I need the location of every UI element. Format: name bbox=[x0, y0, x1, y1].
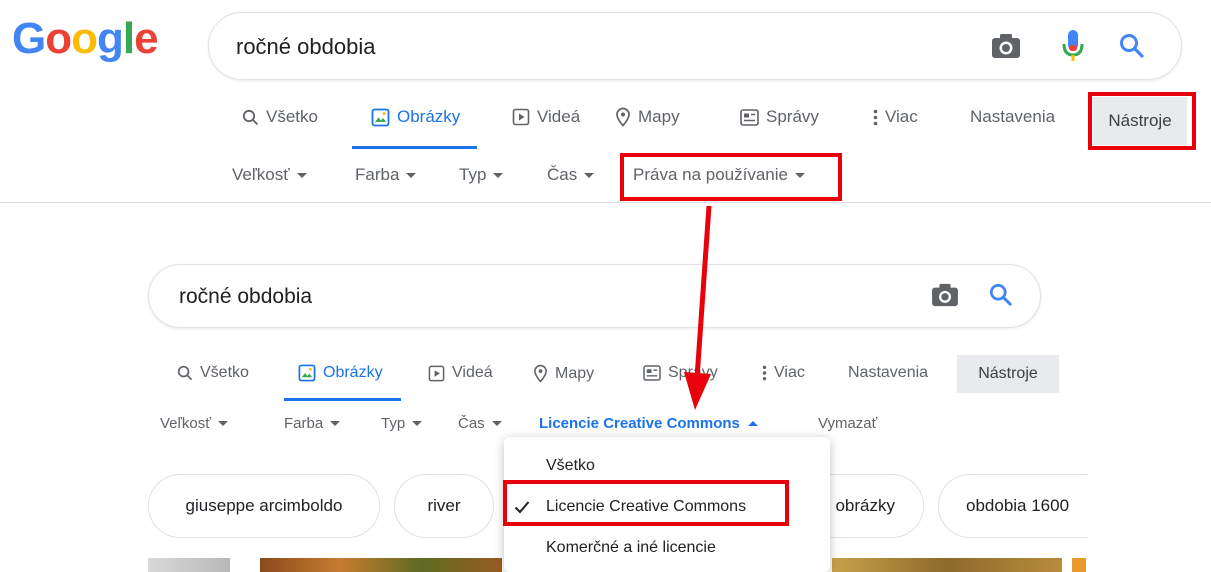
tab-vsetko[interactable]: Všetko bbox=[242, 107, 318, 127]
image-thumbnail[interactable] bbox=[1072, 558, 1086, 572]
search-icon bbox=[242, 109, 259, 125]
chevron-down-icon bbox=[406, 172, 417, 178]
camera-icon[interactable] bbox=[991, 33, 1021, 59]
tab-obrazky[interactable]: Obrázky bbox=[298, 364, 383, 382]
play-icon bbox=[512, 108, 530, 126]
chevron-down-icon bbox=[491, 421, 502, 426]
tab-label: Všetko bbox=[266, 107, 318, 126]
tab-label: Mapy bbox=[555, 364, 595, 382]
map-pin-icon bbox=[616, 107, 630, 127]
tab-videa[interactable]: Videá bbox=[512, 107, 580, 127]
suggestion-chip[interactable]: giuseppe arcimboldo bbox=[148, 474, 380, 538]
search-icon[interactable] bbox=[1119, 33, 1145, 59]
chevron-down-icon bbox=[217, 421, 228, 426]
highlight-usage-rights bbox=[620, 153, 842, 201]
chevron-down-icon bbox=[296, 172, 307, 178]
search-icon bbox=[177, 365, 193, 381]
filter-label: Licencie Creative Commons bbox=[539, 415, 740, 432]
search-input[interactable]: ročné obdobia bbox=[179, 285, 312, 309]
tab-mapy[interactable]: Mapy bbox=[533, 364, 594, 383]
tab-label: Mapy bbox=[638, 107, 680, 126]
image-thumbnail[interactable] bbox=[260, 558, 502, 572]
image-icon bbox=[298, 364, 316, 382]
settings-link[interactable]: Nastavenia bbox=[848, 364, 928, 382]
tab-label: Videá bbox=[452, 364, 493, 381]
tab-label: Viac bbox=[774, 364, 805, 381]
clear-filters-link[interactable]: Vymazať bbox=[818, 415, 877, 432]
filter-active-license[interactable]: Licencie Creative Commons bbox=[539, 415, 758, 432]
tab-label: Obrázky bbox=[323, 364, 383, 381]
tab-label: Správy bbox=[766, 107, 819, 126]
tab-label: Všetko bbox=[200, 364, 249, 381]
tab-videa[interactable]: Videá bbox=[428, 364, 493, 382]
image-icon bbox=[371, 108, 390, 126]
active-tab-indicator bbox=[284, 398, 401, 401]
tools-button[interactable]: Nástroje bbox=[957, 355, 1059, 393]
image-thumbnail[interactable] bbox=[832, 558, 1062, 572]
filter-type[interactable]: Typ bbox=[459, 165, 504, 185]
news-icon bbox=[643, 365, 661, 381]
suggestion-chip[interactable]: river bbox=[394, 474, 494, 538]
image-thumbnail[interactable] bbox=[148, 558, 230, 572]
search-bar[interactable]: ročné obdobia bbox=[208, 12, 1182, 80]
tab-spravy[interactable]: Správy bbox=[740, 107, 819, 127]
chevron-down-icon bbox=[584, 172, 595, 178]
filter-label: Farba bbox=[355, 165, 400, 184]
camera-icon[interactable] bbox=[931, 283, 959, 307]
filter-size[interactable]: Veľkosť bbox=[160, 415, 228, 432]
dropdown-item-commercial[interactable]: Komerčné a iné licencie bbox=[546, 539, 716, 557]
settings-link[interactable]: Nastavenia bbox=[970, 107, 1055, 127]
chevron-down-icon bbox=[493, 172, 504, 178]
map-pin-icon bbox=[534, 364, 547, 383]
play-icon bbox=[428, 365, 445, 381]
filter-label: Veľkosť bbox=[232, 165, 290, 184]
logo-letter: e bbox=[134, 14, 159, 63]
highlight-creative-commons bbox=[503, 480, 789, 526]
search-bar[interactable]: ročné obdobia bbox=[148, 264, 1041, 328]
filter-label: Čas bbox=[547, 165, 578, 184]
search-icon[interactable] bbox=[989, 283, 1013, 307]
divider bbox=[0, 202, 1211, 203]
red-arrow bbox=[684, 205, 712, 410]
filter-type[interactable]: Typ bbox=[381, 415, 423, 432]
logo-letter: o bbox=[45, 14, 72, 63]
tab-viac[interactable]: Viac bbox=[873, 107, 918, 127]
filter-size[interactable]: Veľkosť bbox=[232, 165, 307, 185]
google-logo[interactable]: Google bbox=[12, 14, 159, 64]
filter-label: Typ bbox=[459, 165, 487, 184]
tab-vsetko[interactable]: Všetko bbox=[177, 364, 249, 382]
filter-time[interactable]: Čas bbox=[547, 165, 595, 185]
logo-letter: G bbox=[12, 14, 46, 63]
tab-label: Videá bbox=[537, 107, 581, 126]
more-vert-icon bbox=[873, 109, 878, 125]
chevron-down-icon bbox=[412, 421, 423, 426]
tab-mapy[interactable]: Mapy bbox=[615, 107, 680, 127]
filter-label: Veľkosť bbox=[160, 415, 211, 432]
chevron-up-icon bbox=[747, 421, 758, 426]
highlight-tools bbox=[1088, 92, 1196, 150]
chevron-down-icon bbox=[330, 421, 341, 426]
image-results-fade bbox=[1088, 440, 1211, 572]
tab-obrazky[interactable]: Obrázky bbox=[371, 107, 460, 127]
active-tab-indicator bbox=[352, 146, 477, 149]
filter-color[interactable]: Farba bbox=[284, 415, 341, 432]
filter-color[interactable]: Farba bbox=[355, 165, 417, 185]
filter-label: Čas bbox=[458, 415, 485, 432]
tab-label: Obrázky bbox=[397, 107, 461, 126]
dropdown-item-all[interactable]: Všetko bbox=[546, 457, 595, 475]
tab-label: Viac bbox=[885, 107, 918, 126]
microphone-icon[interactable] bbox=[1061, 29, 1085, 63]
search-input[interactable]: ročné obdobia bbox=[236, 34, 375, 60]
tab-viac[interactable]: Viac bbox=[762, 364, 805, 382]
filter-label: Typ bbox=[381, 415, 406, 432]
filter-label: Farba bbox=[284, 415, 324, 432]
logo-letter: o bbox=[71, 14, 98, 63]
logo-letter: g bbox=[97, 14, 124, 63]
filter-time[interactable]: Čas bbox=[458, 415, 502, 432]
logo-letter: l bbox=[122, 14, 135, 63]
news-icon bbox=[740, 108, 759, 126]
more-vert-icon bbox=[762, 365, 767, 381]
